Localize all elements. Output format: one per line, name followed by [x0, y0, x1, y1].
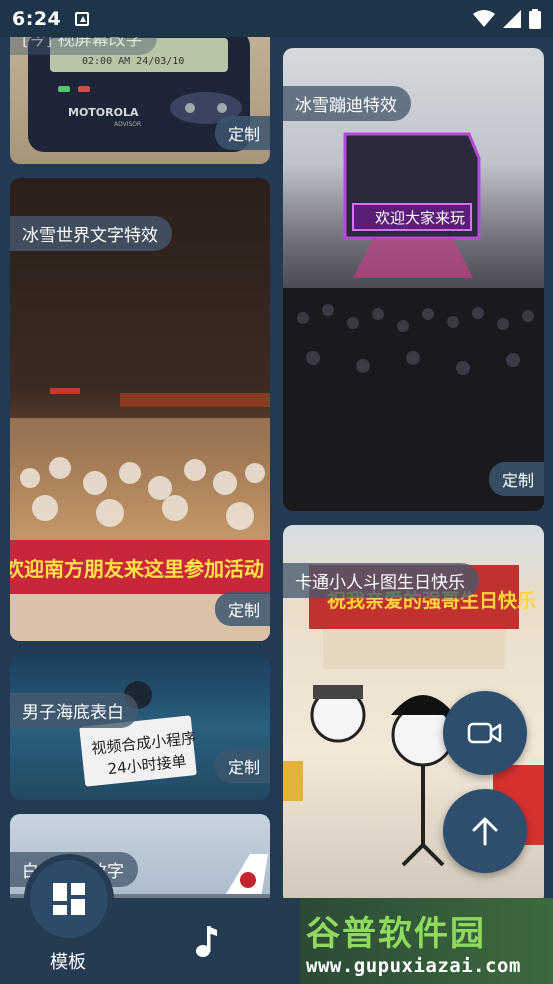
customize-button[interactable]: 定制 [214, 592, 270, 626]
card-label: 卡通小人斗图生日快乐 [283, 563, 479, 598]
pager-time-text: 02:00 AM 24/03/10 [82, 56, 184, 67]
stage-sign-text: 欢迎大家来玩 [375, 209, 465, 227]
nav-template-label: 模板 [50, 952, 86, 973]
pager-sub-text: ADVISOR [114, 121, 141, 128]
banner-text: 欢迎南方朋友来这里参加活动 [10, 557, 264, 581]
signal-icon [503, 9, 521, 28]
template-card-snow-world[interactable]: 欢迎南方朋友来这里参加活动 冰雪世界文字特效 定制 [10, 178, 270, 641]
nav-tab-template[interactable] [30, 860, 108, 938]
card-label: 男子海底表白 [10, 693, 138, 728]
template-card-pager[interactable]: 02:00 AM 24/03/10 MOTOROLA ADVISOR [今] 视… [10, 20, 270, 164]
customize-button[interactable]: 定制 [214, 749, 270, 783]
template-grid-icon [53, 883, 85, 915]
pager-brand-text: MOTOROLA [68, 106, 139, 119]
template-card-underwater[interactable]: 视频合成小程序 24小时接单 男子海底表白 定制 [10, 655, 270, 800]
arrow-up-icon [472, 817, 498, 846]
status-time: 6:24 [12, 7, 62, 30]
video-record-button[interactable] [443, 691, 527, 775]
music-note-icon[interactable] [195, 924, 219, 958]
template-card-snow-disco[interactable]: 欢迎大家来玩 冰雪蹦迪特效 定制 [283, 48, 544, 511]
battery-icon [529, 8, 541, 29]
watermark-title: 谷普软件园 [306, 913, 486, 954]
video-camera-icon [467, 722, 502, 744]
wifi-icon [473, 9, 495, 27]
card-label: 冰雪蹦迪特效 [283, 86, 411, 121]
site-watermark: 谷普软件园 www.gupuxiazai.com [300, 898, 553, 984]
card-label: 冰雪世界文字特效 [10, 216, 172, 251]
notification-app-icon [75, 11, 90, 26]
customize-button[interactable]: 定制 [488, 462, 544, 496]
status-icons [473, 8, 541, 29]
watermark-url: www.gupuxiazai.com [306, 954, 521, 977]
app-screen: 6:24 02:00 AM 24/03/10 MOTOROLA ADVISOR … [0, 0, 553, 984]
customize-button[interactable]: 定制 [214, 116, 270, 150]
status-bar: 6:24 [0, 0, 553, 37]
scroll-to-top-button[interactable] [443, 789, 527, 873]
